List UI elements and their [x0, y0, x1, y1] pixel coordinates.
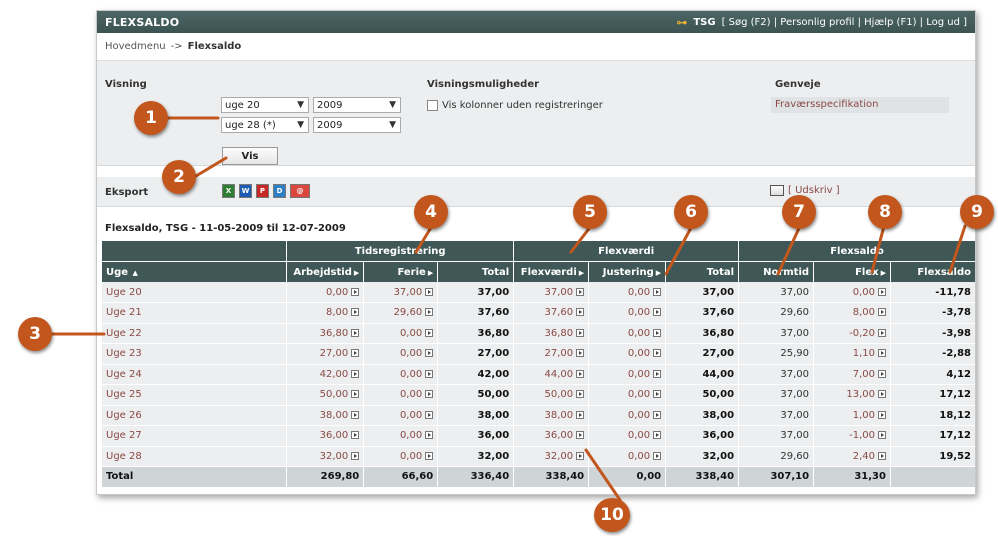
callout-6: 6: [674, 195, 708, 229]
callout-9: 9: [960, 195, 994, 229]
callout-1: 1: [134, 101, 168, 135]
callout-8: 8: [868, 195, 902, 229]
callout-4: 4: [414, 195, 448, 229]
callout-10: 10: [594, 498, 630, 532]
callout-2: 2: [162, 160, 196, 194]
callout-lines: [50, 116, 967, 502]
callout-5: 5: [573, 195, 607, 229]
callout-3: 3: [18, 317, 52, 351]
callout-7: 7: [782, 195, 816, 229]
